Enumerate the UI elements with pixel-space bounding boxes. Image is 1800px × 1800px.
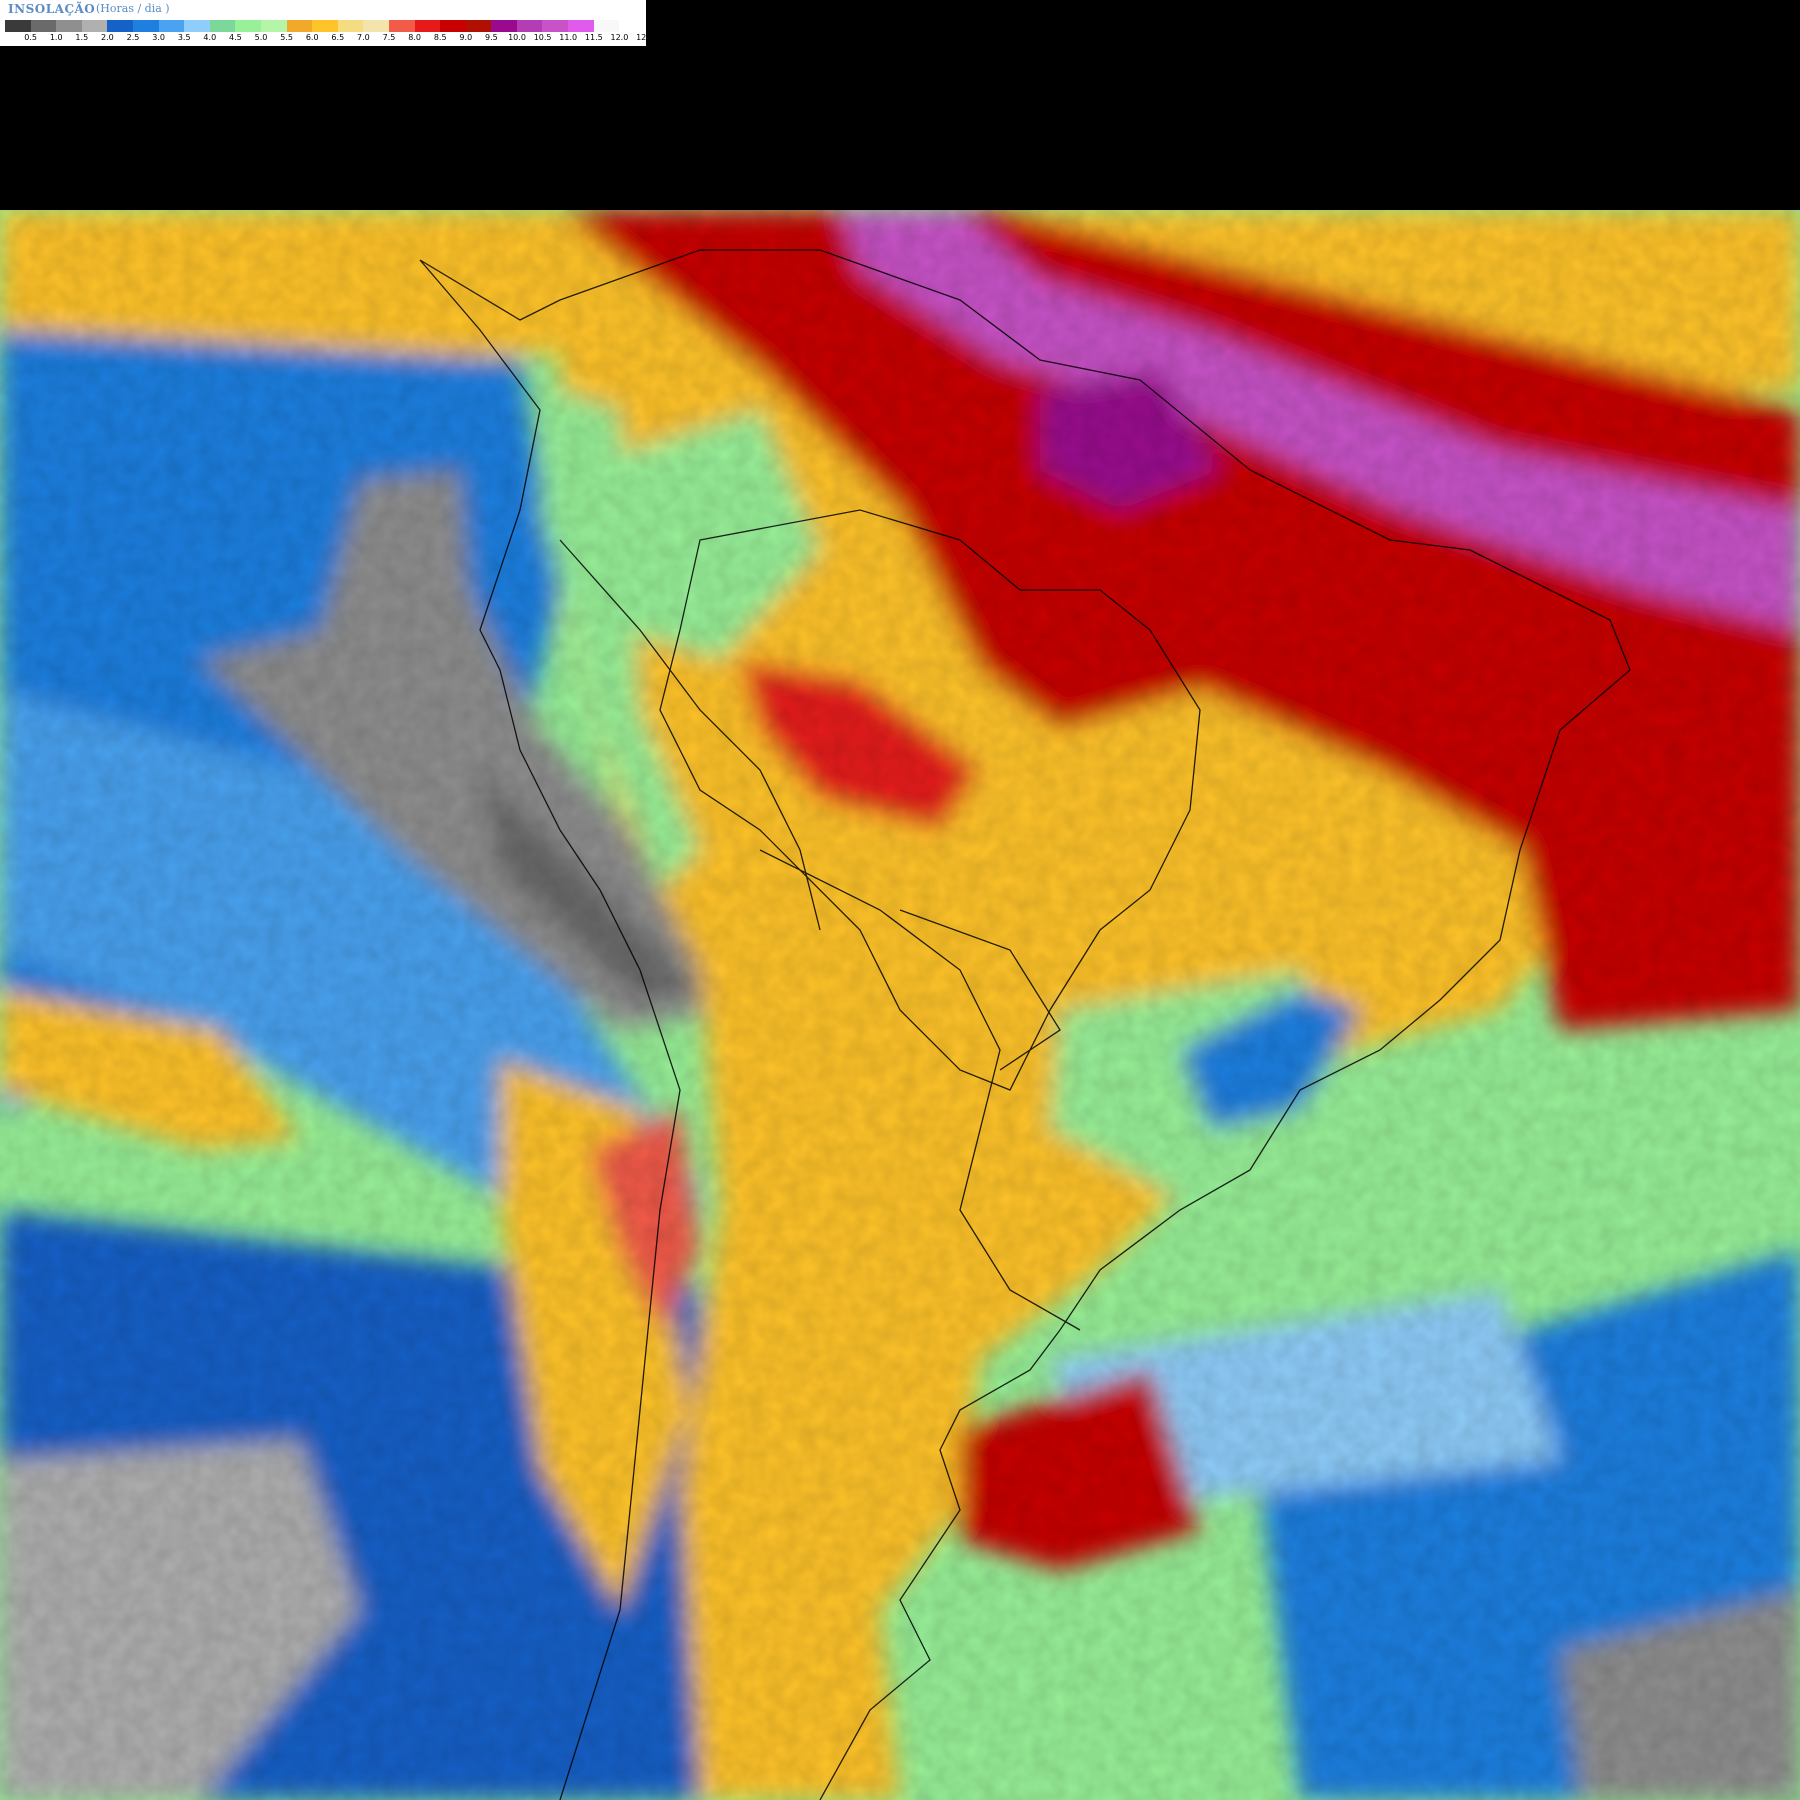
legend-tick: 6.0 xyxy=(305,33,319,42)
legend-tick: 7.0 xyxy=(357,33,370,42)
legend-tick: 7.5 xyxy=(382,33,396,42)
legend-tick: 12.5 xyxy=(636,33,654,42)
legend-tick: 13.0 xyxy=(661,33,680,42)
legend-tick-labels: 0.5 1.0 1.5 2.0 2.5 3.0 3.5 4.0 4.5 5.0 5.5 6.0 6.5 7… xyxy=(5,33,679,44)
legend-swatch xyxy=(184,20,210,32)
legend-swatch xyxy=(542,20,569,32)
legend-tick: 1.0 xyxy=(49,33,63,42)
legend-swatch xyxy=(619,20,645,32)
legend-tick: 6.5 xyxy=(331,33,345,42)
legend-swatch xyxy=(312,20,338,32)
legend-tick: 4.0 xyxy=(203,33,217,42)
legend-tick: 0.5 xyxy=(24,33,37,42)
legend-tick: 3.0 xyxy=(152,33,165,42)
legend-tick: 2.0 xyxy=(101,33,114,42)
legend-swatch xyxy=(260,20,287,32)
legend-swatch xyxy=(81,20,108,32)
legend-tick: 3.5 xyxy=(177,33,191,42)
insolation-legend: INSOLAÇÃO (Horas / dia ) 0.5 1.0 1.5 2.0 2.5… xyxy=(0,0,680,46)
legend-units: (Horas / dia ) xyxy=(96,2,170,15)
insolation-map xyxy=(0,210,1800,1800)
legend-tick: 9.5 xyxy=(485,33,498,42)
legend-tick: 9.0 xyxy=(459,33,473,42)
legend-swatch xyxy=(5,20,31,32)
legend-tick: 11.0 xyxy=(559,33,578,42)
legend-swatch xyxy=(440,20,466,32)
legend-swatch xyxy=(491,20,517,32)
legend-swatch xyxy=(132,20,159,32)
legend-swatch xyxy=(414,20,441,32)
legend-swatch xyxy=(337,20,364,32)
legend-swatch xyxy=(235,20,261,32)
legend-swatch xyxy=(516,20,543,32)
legend-tick: 8.0 xyxy=(408,33,421,42)
legend-swatch xyxy=(209,20,236,32)
legend-tick: 5.0 xyxy=(254,33,268,42)
legend-tick: 11.5 xyxy=(584,33,603,42)
legend-tick: 2.5 xyxy=(126,33,140,42)
legend-swatch xyxy=(465,20,492,32)
legend-title: INSOLAÇÃO xyxy=(8,2,96,16)
legend-swatch xyxy=(568,20,594,32)
legend-swatch xyxy=(388,20,415,32)
legend-tick: 4.5 xyxy=(229,33,242,42)
legend-tick: 8.5 xyxy=(433,33,447,42)
legend-swatch xyxy=(363,20,389,32)
legend-swatch xyxy=(56,20,82,32)
legend-tick: 10.5 xyxy=(533,33,552,42)
legend-swatch xyxy=(30,20,57,32)
legend-swatch xyxy=(107,20,133,32)
legend-swatch xyxy=(593,20,620,32)
legend-color-scale xyxy=(5,20,645,32)
legend-tick: 5.5 xyxy=(280,33,293,42)
legend-tick: 10.0 xyxy=(508,33,526,42)
legend-swatch xyxy=(158,20,185,32)
legend-swatch xyxy=(286,20,313,32)
legend-tick: 12.0 xyxy=(610,33,629,42)
legend-tick: 1.5 xyxy=(75,33,89,42)
